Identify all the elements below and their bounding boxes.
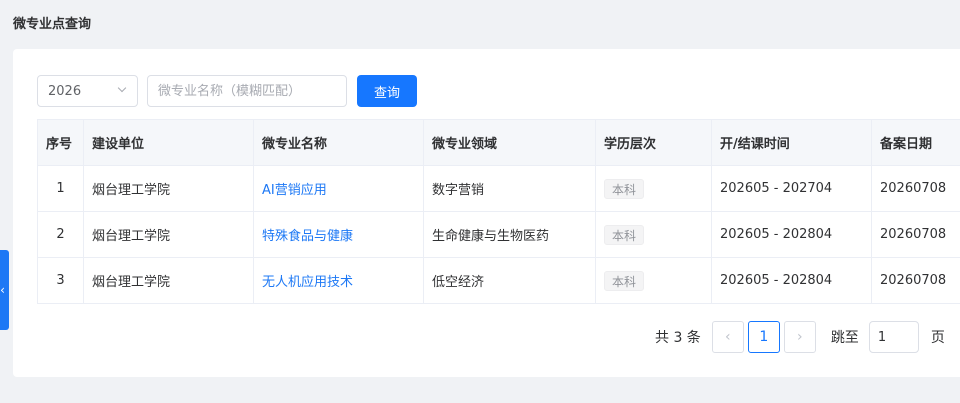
micro-major-name-link[interactable]: 特殊食品与健康 <box>262 229 353 244</box>
total-count: 共 3 条 <box>655 330 701 346</box>
table-row: 3 烟台理工学院 无人机应用技术 低空经济 本科 202605 - 202804… <box>37 257 960 304</box>
goto-label: 跳至 <box>830 330 859 346</box>
row-unit: 烟台理工学院 <box>83 257 254 304</box>
row-field: 低空经济 <box>423 257 596 304</box>
table-row: 2 烟台理工学院 特殊食品与健康 生命健康与生物医药 本科 202605 - 2… <box>37 211 960 258</box>
column-header: 序号 <box>37 119 84 166</box>
goto-page-input[interactable] <box>868 321 919 353</box>
page-suffix: 页 <box>930 330 945 346</box>
chevron-down-icon <box>117 83 127 93</box>
column-header: 微专业领域 <box>423 119 596 166</box>
next-page-button[interactable]: › <box>783 321 816 353</box>
row-record-date: 20260708 <box>871 165 960 212</box>
row-field: 生命健康与生物医药 <box>423 211 596 258</box>
row-index: 1 <box>37 165 84 212</box>
micro-major-name-input[interactable] <box>147 75 347 107</box>
results-table: 序号 建设单位 微专业名称 微专业领域 学历层次 开/结课时间 备案日期 1 烟… <box>37 119 960 304</box>
micro-major-name-link[interactable]: 无人机应用技术 <box>262 275 353 290</box>
table-row: 1 烟台理工学院 AI营销应用 数字营销 本科 202605 - 202704 … <box>37 165 960 212</box>
level-tag: 本科 <box>604 224 645 245</box>
pagination: 共 3 条 ‹ 1 › 跳至 页 <box>655 321 945 353</box>
column-header: 微专业名称 <box>253 119 424 166</box>
row-field: 数字营销 <box>423 165 596 212</box>
row-record-date: 20260708 <box>871 211 960 258</box>
year-select[interactable]: 2026 <box>37 75 138 107</box>
column-header: 开/结课时间 <box>711 119 872 166</box>
micro-major-name-link[interactable]: AI营销应用 <box>262 183 327 198</box>
chevron-left-icon: ‹ <box>725 329 731 345</box>
row-index: 3 <box>37 257 84 304</box>
table-header-row: 序号 建设单位 微专业名称 微专业领域 学历层次 开/结课时间 备案日期 <box>37 119 960 166</box>
level-tag: 本科 <box>604 270 645 291</box>
level-tag: 本科 <box>604 178 645 199</box>
column-header: 备案日期 <box>871 119 960 166</box>
row-index: 2 <box>37 211 84 258</box>
chevron-left-icon: ‹ <box>0 283 5 297</box>
row-unit: 烟台理工学院 <box>83 165 254 212</box>
page-title: 微专业点查询 <box>13 17 92 32</box>
row-record-date: 20260708 <box>871 257 960 304</box>
column-header: 学历层次 <box>595 119 712 166</box>
row-unit: 烟台理工学院 <box>83 211 254 258</box>
prev-page-button[interactable]: ‹ <box>711 321 744 353</box>
collapse-sidebar-button[interactable]: ‹ <box>0 250 9 330</box>
query-button[interactable]: 查询 <box>357 75 417 107</box>
chevron-right-icon: › <box>797 329 803 345</box>
page-number-button[interactable]: 1 <box>747 321 780 353</box>
year-select-value: 2026 <box>48 83 82 99</box>
column-header: 建设单位 <box>83 119 254 166</box>
row-period: 202605 - 202704 <box>711 165 872 212</box>
row-period: 202605 - 202804 <box>711 211 872 258</box>
row-period: 202605 - 202804 <box>711 257 872 304</box>
